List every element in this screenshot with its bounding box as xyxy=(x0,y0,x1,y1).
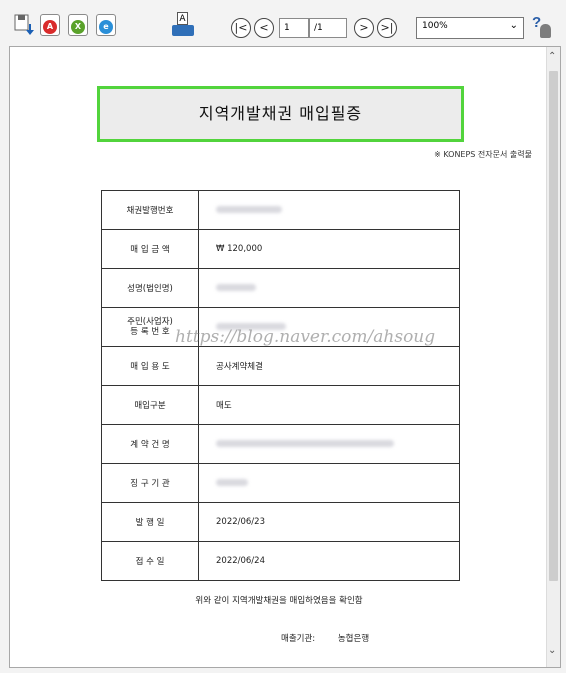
next-page-button[interactable]: > xyxy=(354,18,374,38)
page-total: /1 xyxy=(309,18,347,38)
toolbar: A X e A |< < 1 /1 > >| 100% ⌄ ? xyxy=(0,0,566,46)
excel-badge: X xyxy=(71,20,85,34)
pdf-badge: A xyxy=(43,20,57,34)
redacted-value xyxy=(216,284,256,291)
vertical-scrollbar[interactable]: ⌃ ⌄ xyxy=(546,47,560,667)
issuer-label: 매출기관: xyxy=(281,634,316,644)
scrollbar-thumb[interactable] xyxy=(549,71,558,581)
confirmation-text: 위와 같이 지역개발채권을 매입하였음을 확인함 xyxy=(195,596,363,606)
row-value xyxy=(198,190,460,230)
row-label: 발 행 일 xyxy=(101,502,199,542)
row-label: 징 구 기 관 xyxy=(101,463,199,503)
print-icon[interactable]: A xyxy=(172,12,194,38)
redacted-value xyxy=(216,206,282,213)
first-page-button[interactable]: |< xyxy=(231,18,251,38)
last-page-button[interactable]: >| xyxy=(377,18,397,38)
table-row: 매 입 용 도 공사계약체결 xyxy=(101,346,460,386)
save-icon[interactable] xyxy=(14,14,36,38)
printer-body xyxy=(172,25,194,36)
redacted-value xyxy=(216,479,248,486)
row-value: ₩ 120,000 xyxy=(198,229,460,269)
row-label: 성명(법인명) xyxy=(101,268,199,308)
table-row: 발 행 일 2022/06/23 xyxy=(101,502,460,542)
document-title: 지역개발채권 매입필증 xyxy=(97,86,464,142)
table-row: 접 수 일 2022/06/24 xyxy=(101,541,460,581)
row-label: 접 수 일 xyxy=(101,541,199,581)
prev-page-button[interactable]: < xyxy=(254,18,274,38)
zoom-select[interactable]: 100% ⌄ xyxy=(416,17,524,39)
row-label: 매 입 금 액 xyxy=(101,229,199,269)
table-row: 매입구분 매도 xyxy=(101,385,460,425)
row-value xyxy=(198,463,460,503)
watermark-text: https://blog.naver.com/ahsoug xyxy=(175,327,436,347)
row-label: 계 약 건 명 xyxy=(101,424,199,464)
issuer-value: 농협은행 xyxy=(337,634,370,644)
chevron-down-icon: ⌄ xyxy=(509,20,518,31)
hwp-export-icon[interactable]: e xyxy=(96,14,116,36)
koneps-note: ※ KONEPS 전자문서 출력물 xyxy=(434,150,532,159)
pdf-export-icon[interactable]: A xyxy=(40,14,60,36)
row-value xyxy=(198,268,460,308)
row-value: 매도 xyxy=(198,385,460,425)
zoom-value: 100% xyxy=(422,21,448,31)
row-label: 채권발행번호 xyxy=(101,190,199,230)
print-paper: A xyxy=(177,12,188,25)
row-value: 공사계약체결 xyxy=(198,346,460,386)
help-person-shape xyxy=(540,24,551,38)
row-value xyxy=(198,424,460,464)
document-viewer[interactable]: 지역개발채권 매입필증 ※ KONEPS 전자문서 출력물 채권발행번호 매 입… xyxy=(9,46,561,668)
row-label: 매 입 용 도 xyxy=(101,346,199,386)
help-icon[interactable]: ? xyxy=(529,14,553,40)
scroll-down-icon[interactable]: ⌄ xyxy=(548,645,556,656)
row-value: 2022/06/23 xyxy=(198,502,460,542)
issuer-line: 매출기관: 농협은행 xyxy=(281,632,369,644)
scroll-up-icon[interactable]: ⌃ xyxy=(548,51,556,62)
excel-export-icon[interactable]: X xyxy=(68,14,88,36)
bond-info-table: 채권발행번호 매 입 금 액 ₩ 120,000 성명(법인명) 주민(사업자)… xyxy=(101,190,460,581)
row-value: 2022/06/24 xyxy=(198,541,460,581)
table-row: 채권발행번호 xyxy=(101,190,460,230)
row-label: 매입구분 xyxy=(101,385,199,425)
redacted-value xyxy=(216,440,394,447)
table-row: 성명(법인명) xyxy=(101,268,460,308)
table-row: 매 입 금 액 ₩ 120,000 xyxy=(101,229,460,269)
hwp-badge: e xyxy=(99,20,113,34)
table-row: 계 약 건 명 xyxy=(101,424,460,464)
table-row: 징 구 기 관 xyxy=(101,463,460,503)
page-number-input[interactable]: 1 xyxy=(279,18,309,38)
